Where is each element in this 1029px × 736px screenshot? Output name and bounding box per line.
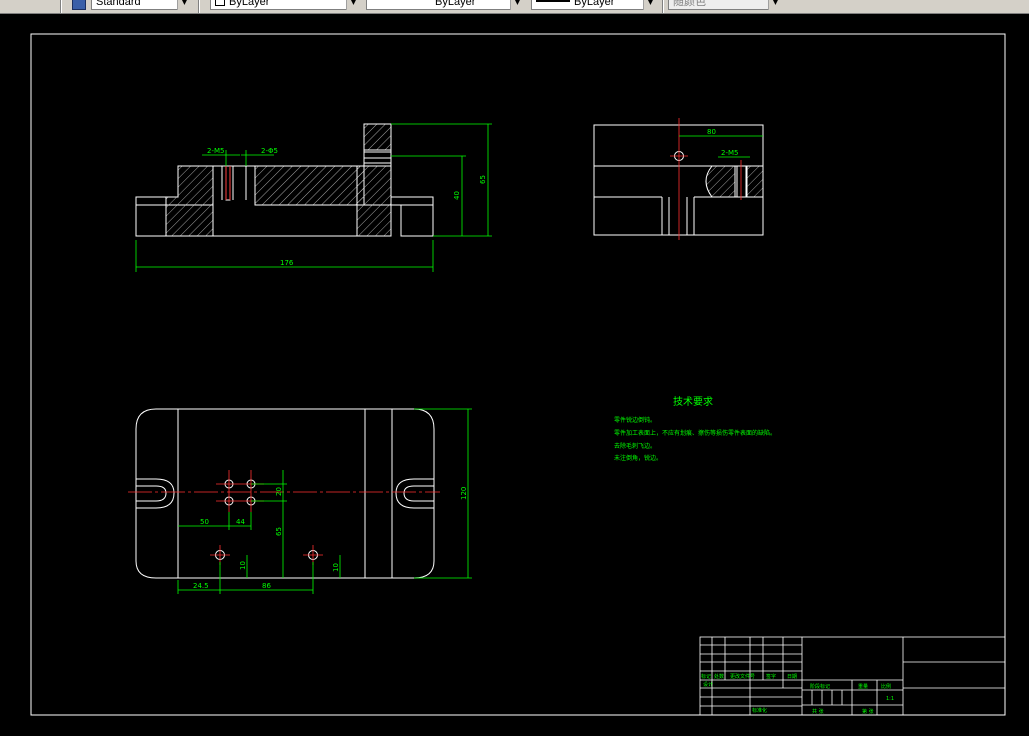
drawing-canvas[interactable]: 176 2-M5 2-Φ5 40 65 80 2-M5 120 50 44 20…	[0, 14, 1029, 736]
tb-stage-mark: 阶段标记	[810, 683, 830, 690]
linetype-select[interactable]: ByLayer	[366, 0, 524, 10]
toolbar-separator	[198, 0, 200, 13]
lineweight-glyph-icon	[536, 0, 570, 2]
tb-weight: 重量	[858, 683, 868, 690]
dim-plan-height: 120	[460, 487, 468, 500]
tb-count: 处数	[714, 673, 724, 680]
side-view	[593, 124, 764, 236]
tech-req-line: 零件加工表面上，不应有划痕、擦伤等损伤零件表面的缺陷。	[614, 429, 776, 437]
chevron-down-icon[interactable]: ▼	[177, 0, 191, 10]
tb-designer: 设计	[703, 681, 713, 688]
chevron-down-icon[interactable]: ▼	[346, 0, 360, 10]
lineweight-select[interactable]: ByLayer	[531, 0, 657, 10]
chevron-down-icon[interactable]: ▼	[643, 0, 657, 10]
hatch-right	[356, 165, 392, 237]
color-swatch-icon	[215, 0, 225, 6]
tb-mark: 标记	[701, 673, 711, 680]
text-style-icon[interactable]	[72, 0, 86, 10]
dim-front-width: 176	[280, 259, 294, 267]
tb-sheet-total: 共 张	[812, 708, 824, 715]
color-select[interactable]: ByLayer	[210, 0, 360, 10]
dim-front-height-inner: 40	[453, 191, 461, 200]
tb-scale-value: 1:1	[886, 696, 894, 702]
dim-plan-bottom-mid: 86	[262, 582, 271, 590]
dim-plan-bottom-left: 24.5	[193, 582, 209, 590]
text-style-select[interactable]: Standard	[91, 0, 191, 10]
dim-front-hole-left: 2-M5	[207, 147, 224, 155]
hatch-left	[165, 165, 214, 237]
dim-side-top: 80	[707, 128, 716, 136]
tb-revision-doc: 更改文件号	[730, 673, 755, 680]
properties-toolbar: Standard ▼ ByLayer ▼ ByLayer ▼ ByLayer ▼…	[0, 0, 1029, 14]
side-hatch	[705, 165, 736, 198]
tech-req-line: 零件锐边倒钝。	[614, 416, 656, 424]
plan-view	[135, 408, 435, 579]
side-view-outline	[593, 124, 764, 236]
dim-plan-y2: 65	[275, 527, 283, 536]
color-value: ByLayer	[229, 0, 270, 8]
left-slot	[136, 478, 175, 509]
tech-req-line: 去除毛刺飞边。	[614, 442, 656, 450]
text-style-value: Standard	[96, 0, 141, 8]
dim-plan-y4: 10	[332, 563, 340, 572]
dim-front-height-outer: 65	[479, 175, 487, 184]
linetype-value: ByLayer	[435, 0, 476, 8]
hatch-middle	[254, 165, 365, 206]
plan-view-outline	[135, 408, 435, 579]
dim-plan-y1: 20	[275, 487, 283, 496]
tb-signature: 签字	[766, 673, 776, 680]
tb-date: 日期	[787, 674, 797, 680]
toolbar-separator	[60, 0, 62, 13]
dim-side-hole: 2-M5	[721, 149, 738, 157]
dim-plan-y3: 10	[239, 561, 247, 570]
plot-style-select[interactable]: 随颜色	[668, 0, 782, 10]
front-view	[135, 123, 434, 237]
tech-req-line: 未注倒角，锐边。	[614, 454, 662, 462]
tb-scale: 比例	[881, 683, 891, 690]
dim-plan-x2: 44	[236, 518, 245, 526]
drawing-frame	[30, 33, 1006, 716]
hatch-top	[363, 123, 392, 151]
lineweight-value: ByLayer	[574, 0, 615, 8]
tech-req-title: 技术要求	[673, 395, 713, 408]
toolbar-separator	[662, 0, 664, 13]
dim-plan-x1: 50	[200, 518, 209, 526]
tb-sheet-num: 第 张	[862, 708, 874, 715]
plot-style-value: 随颜色	[673, 0, 706, 8]
dim-front-hole-right: 2-Φ5	[261, 147, 278, 155]
right-slot	[395, 478, 434, 509]
tb-standardization: 标准化	[752, 707, 767, 714]
chevron-down-icon[interactable]: ▼	[768, 0, 782, 10]
chevron-down-icon[interactable]: ▼	[510, 0, 524, 10]
